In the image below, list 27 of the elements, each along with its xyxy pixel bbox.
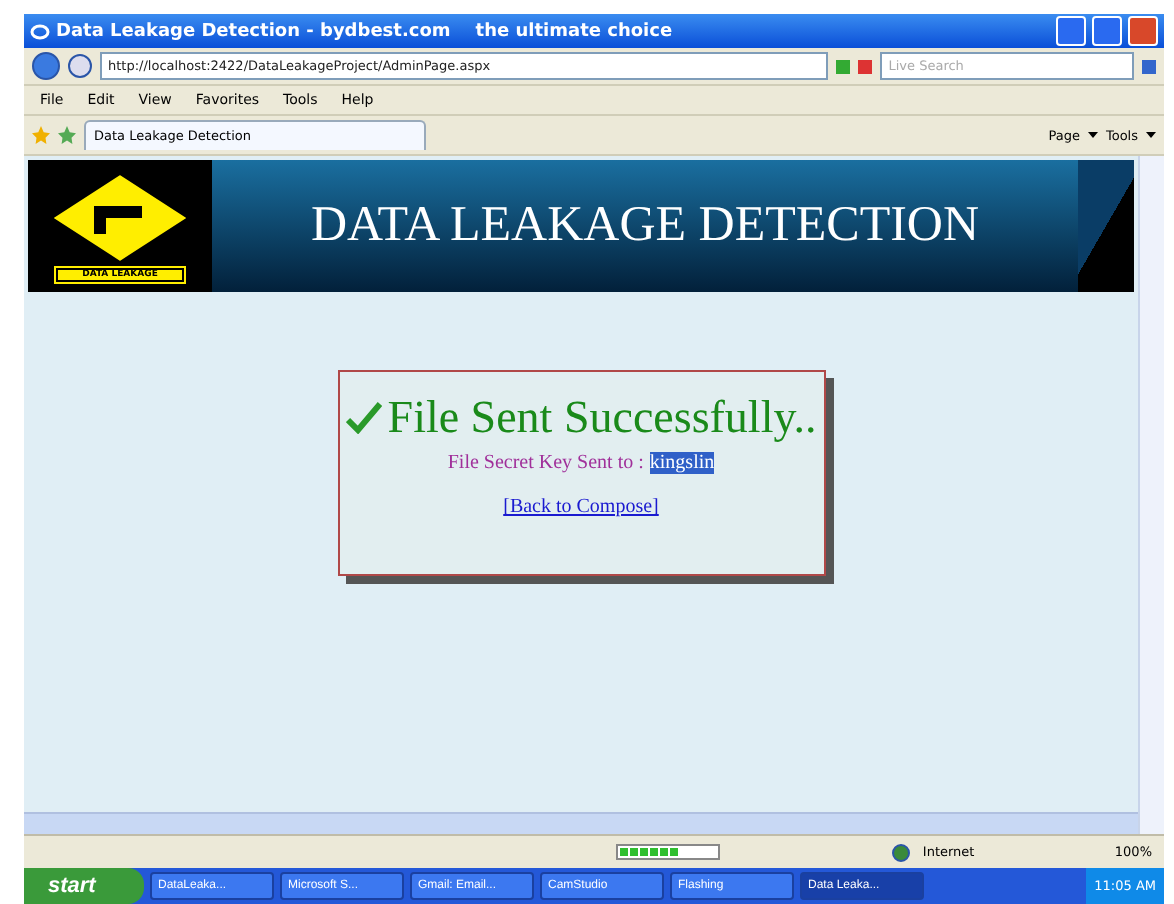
maximize-button[interactable] bbox=[1092, 16, 1122, 46]
forward-button[interactable] bbox=[68, 54, 92, 78]
caret-icon bbox=[1087, 132, 1098, 138]
favorites-star-icon bbox=[32, 126, 50, 144]
back-link[interactable]: [Back to Compose] bbox=[503, 496, 659, 518]
minimize-button[interactable] bbox=[1056, 16, 1086, 46]
horizontal-scrollbar[interactable] bbox=[24, 812, 1138, 834]
recipient-text: kingslin bbox=[649, 452, 715, 474]
stop-button[interactable] bbox=[858, 59, 873, 73]
close-button[interactable] bbox=[1128, 16, 1158, 46]
refresh-button[interactable] bbox=[836, 59, 851, 73]
message-text: File Secret Key Sent to : bbox=[447, 452, 644, 474]
window-title: Data Leakage Detection - bydbest.com the ultimate choice bbox=[56, 21, 675, 41]
browser-icon bbox=[30, 21, 50, 41]
banner-corner-decoration bbox=[1078, 160, 1134, 292]
progress-bar bbox=[616, 844, 720, 860]
banner-title: DATA LEAKAGE DETECTION bbox=[308, 196, 982, 256]
vertical-scrollbar[interactable] bbox=[1138, 156, 1164, 834]
add-favorite-icon bbox=[58, 126, 76, 144]
globe-icon bbox=[892, 843, 911, 861]
start-button[interactable]: start bbox=[24, 868, 144, 904]
caret-icon bbox=[1146, 132, 1156, 138]
back-button[interactable] bbox=[32, 52, 60, 80]
faucet-warning-icon bbox=[50, 171, 190, 263]
checkmark-icon bbox=[345, 402, 382, 434]
search-button[interactable] bbox=[1142, 59, 1156, 73]
success-heading: File Sent Successfully.. bbox=[387, 392, 817, 444]
